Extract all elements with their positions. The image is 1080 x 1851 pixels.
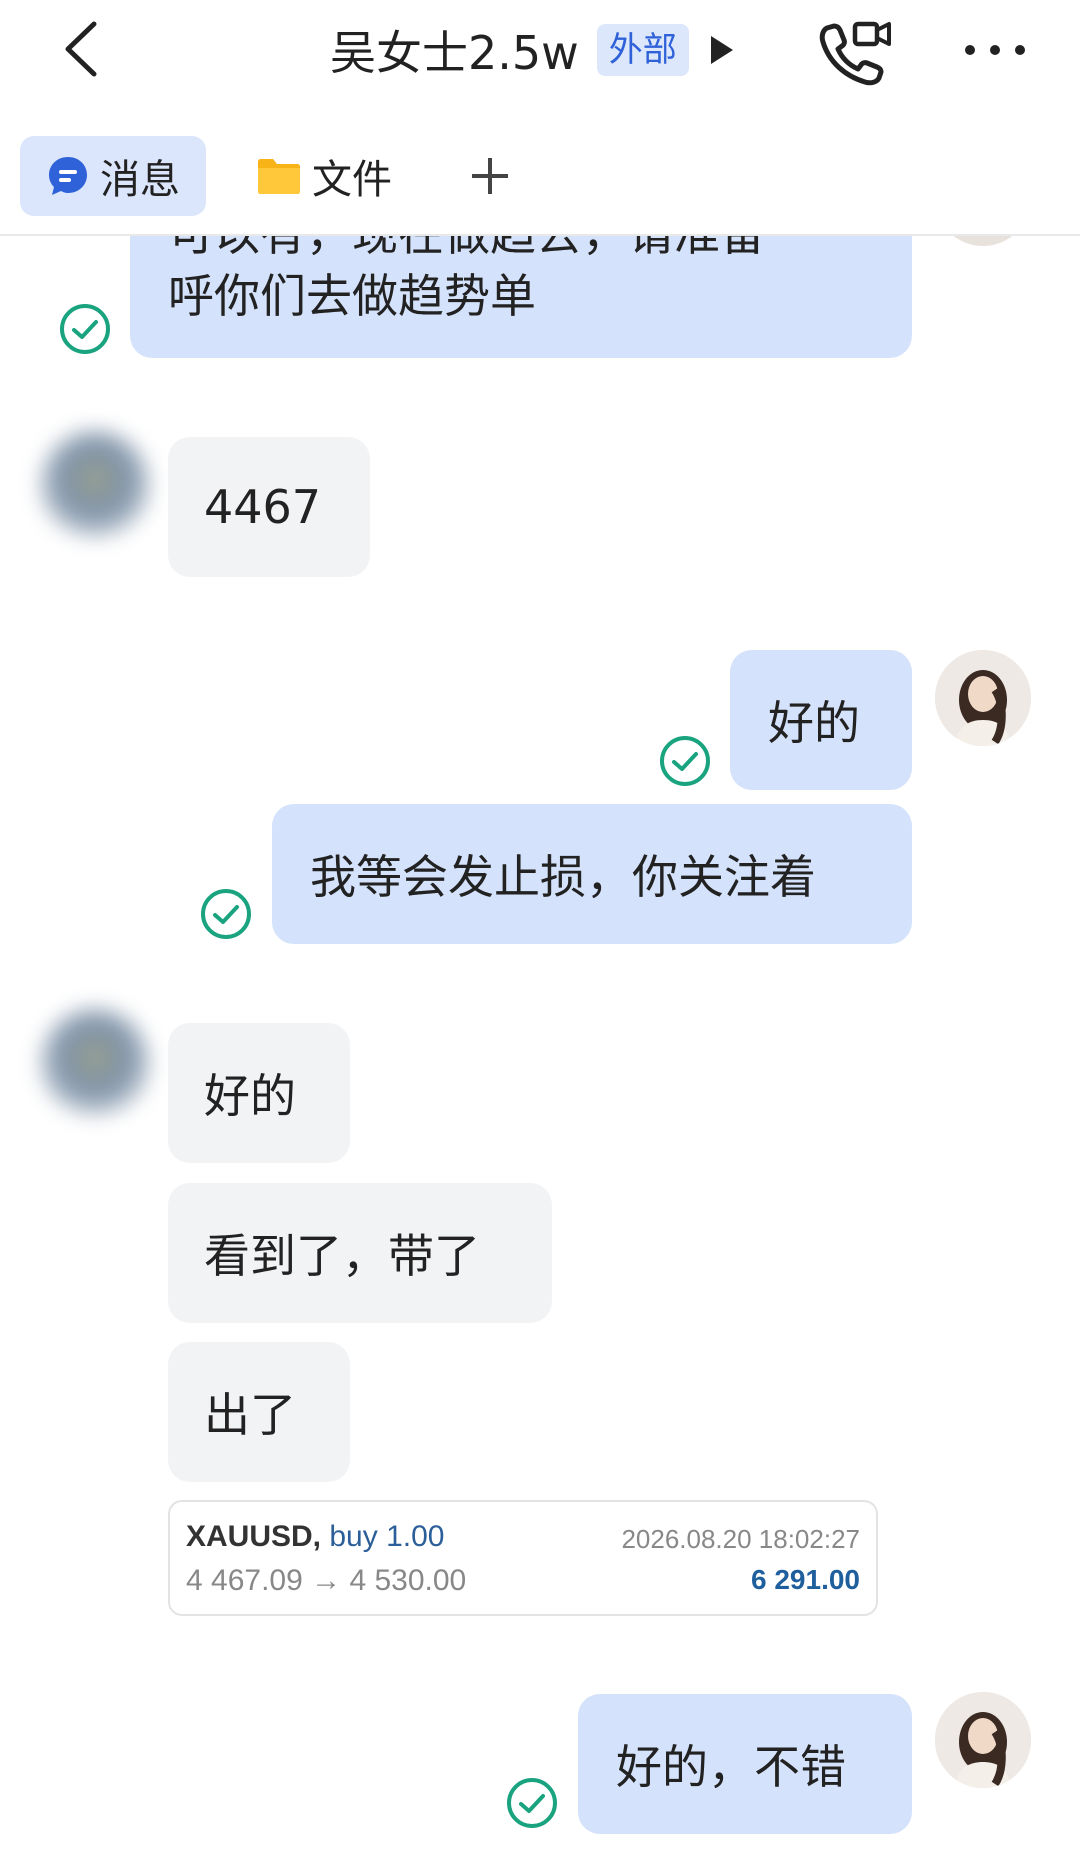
read-check-icon [201,889,251,939]
profile-photo [935,1692,1031,1788]
chat-header: 吴女士2.5w 外部 [0,0,1080,100]
plus-icon [472,158,508,194]
message-bubble-icon [49,157,87,195]
message-bubble-incoming[interactable]: 出了 [168,1342,350,1482]
message-bubble-outgoing[interactable]: 我等会发止损，你关注着 [272,804,912,944]
trade-profit: 6 291.00 [751,1564,860,1595]
my-avatar[interactable] [935,1692,1031,1788]
title-group[interactable]: 吴女士2.5w 外部 [330,18,735,82]
tab-messages[interactable]: 消息 [20,136,206,216]
message-text: 好的，不错 [616,1740,846,1794]
folder-icon [258,159,300,194]
message-text: 我等会发止损，你关注着 [310,850,816,904]
message-bubble-incoming[interactable]: 好的 [168,1023,350,1163]
phone-video-icon [819,21,891,86]
trade-symbol-line: XAUUSD, buy 1.00 [186,1520,444,1554]
profile-photo [935,650,1031,746]
trade-time: 2026.08.20 18:02:27 [621,1524,860,1554]
message-text: 看到了，带了 [204,1229,480,1283]
trade-side: buy 1.00 [329,1520,445,1553]
tab-messages-label: 消息 [100,157,180,203]
trade-prices: 4 467.09 → 4 530.00 [186,1564,467,1597]
my-avatar[interactable] [935,650,1031,746]
back-button[interactable] [50,14,120,84]
trade-symbol: XAUUSD, [186,1520,322,1553]
contact-name: 吴女士2.5w [330,26,579,80]
call-button[interactable] [815,18,895,90]
contact-avatar[interactable] [40,1008,150,1118]
message-bubble-incoming[interactable]: 4467 [168,437,370,577]
message-text: 好的 [204,1069,296,1123]
read-check-icon [507,1778,557,1828]
read-check-icon [60,304,110,354]
read-check-icon [660,736,710,786]
tab-files-label: 文件 [312,157,392,203]
chevron-left-icon [65,21,97,77]
tab-files[interactable]: 文件 [250,136,416,216]
more-dots-icon [965,45,1025,55]
message-bubble-outgoing[interactable]: 好的，不错 [578,1694,912,1834]
tab-bar: 消息 文件 [0,100,1080,236]
message-text: 出了 [204,1388,296,1442]
message-bubble-incoming[interactable]: 看到了，带了 [168,1183,552,1323]
triangle-right-icon [710,36,733,64]
message-text: 4467 [204,480,322,534]
contact-avatar[interactable] [40,430,150,540]
trade-result-card[interactable]: XAUUSD, buy 1.00 4 467.09 → 4 530.00 202… [168,1500,878,1616]
more-button[interactable] [960,30,1030,70]
message-bubble-outgoing[interactable]: 好的 [730,650,912,790]
external-badge: 外部 [596,24,689,76]
message-text: 呼你们去做趋势单 [168,269,536,323]
message-text: 好的 [768,696,860,750]
add-tab-button[interactable] [460,136,520,216]
